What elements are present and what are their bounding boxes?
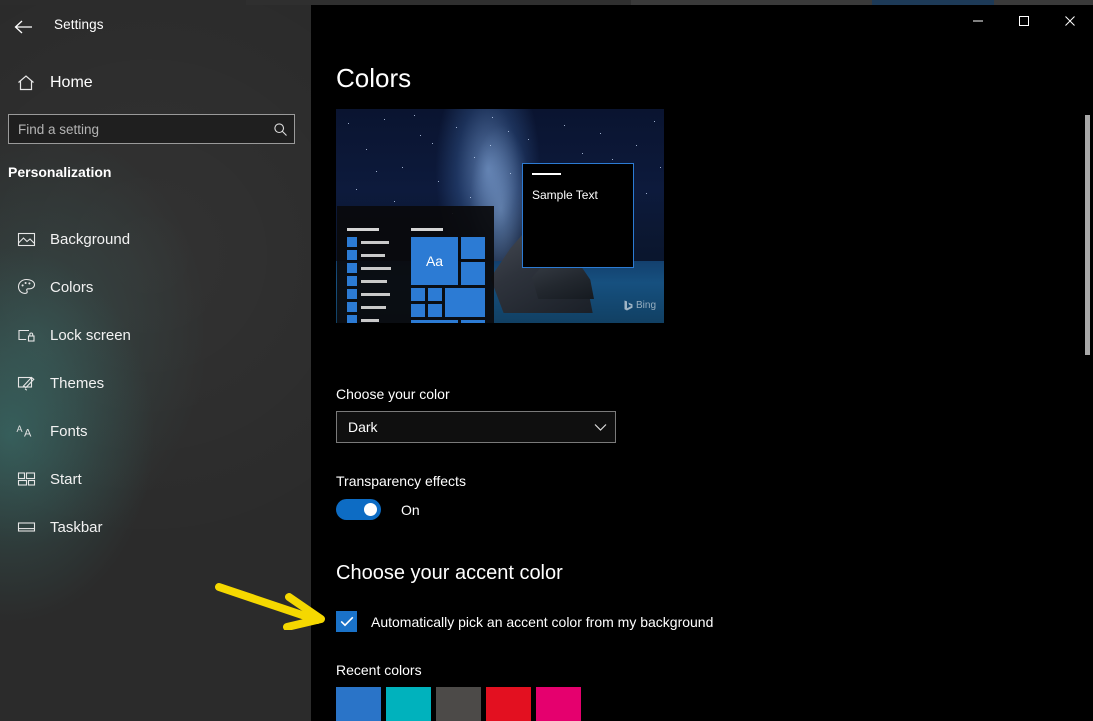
app-title: Settings [54,17,104,32]
page-title: Colors [336,63,411,94]
sidebar-item-themes-label: Themes [50,375,104,392]
preview-sample-window: Sample Text [522,163,634,268]
transparency-effects-label: Transparency effects [336,473,466,489]
start-icon [6,471,46,487]
sidebar-item-fonts[interactable]: A A Fonts [0,407,311,455]
sidebar-item-lock-screen[interactable]: Lock screen [0,311,311,359]
bing-logo-icon [624,300,633,311]
image-icon [6,231,46,248]
palette-icon [6,278,46,296]
checkmark-icon [340,616,354,627]
choose-color-dropdown[interactable]: Dark [336,411,616,443]
recent-color-swatch[interactable] [486,687,531,721]
taskbar-icon [6,520,46,534]
svg-text:A: A [24,427,32,439]
sidebar-item-colors-label: Colors [50,279,93,296]
window-controls [955,5,1093,37]
scrollbar-thumb[interactable] [1085,115,1090,355]
bing-watermark: Bing [624,300,656,311]
settings-window: Settings Home Find a setting Personaliza… [0,0,1093,721]
sidebar-nav: Background Colors [0,215,311,551]
auto-pick-accent-checkbox[interactable] [336,611,357,632]
transparency-effects-toggle[interactable] [336,499,381,520]
scrollbar[interactable] [1082,5,1093,721]
home-icon [6,74,46,92]
sidebar-item-themes[interactable]: Themes [0,359,311,407]
transparency-effects-state: On [401,502,420,518]
sidebar-section-title: Personalization [8,164,111,180]
fonts-icon: A A [6,423,46,440]
back-arrow-icon[interactable] [8,13,38,41]
sidebar-item-taskbar-label: Taskbar [50,519,103,536]
sidebar-item-home-label: Home [50,74,93,92]
recent-color-swatch[interactable] [436,687,481,721]
search-icon[interactable] [266,122,294,137]
sidebar-item-background[interactable]: Background [0,215,311,263]
recent-colors-label: Recent colors [336,662,422,678]
svg-text:A: A [16,424,22,434]
recent-color-swatch[interactable] [386,687,431,721]
theme-preview: Bing Aa [336,109,664,323]
auto-pick-accent-label: Automatically pick an accent color from … [371,614,713,630]
sidebar-item-start[interactable]: Start [0,455,311,503]
toggle-knob [364,503,377,516]
auto-pick-accent-row[interactable]: Automatically pick an accent color from … [336,611,713,632]
sidebar-item-background-label: Background [50,231,130,248]
sidebar-item-home[interactable]: Home [0,65,311,101]
sidebar: Settings Home Find a setting Personaliza… [0,5,311,721]
preview-sample-titlebar-rule [532,173,561,175]
recent-color-swatch[interactable] [336,687,381,721]
brush-icon [6,374,46,392]
search-input-placeholder: Find a setting [9,122,266,137]
choose-color-value: Dark [337,419,585,435]
lock-screen-icon [6,327,46,344]
preview-sample-text: Sample Text [532,188,598,202]
sidebar-item-lock-screen-label: Lock screen [50,327,131,344]
transparency-effects-row: On [336,499,420,520]
choose-color-label: Choose your color [336,386,450,402]
preview-start-rule [347,228,379,231]
sidebar-item-fonts-label: Fonts [50,423,88,440]
recent-colors-swatches [336,687,581,721]
preview-tile-aa: Aa [411,237,458,285]
sidebar-item-colors[interactable]: Colors [0,263,311,311]
sidebar-titlebar: Settings [0,5,311,47]
sidebar-item-taskbar[interactable]: Taskbar [0,503,311,551]
minimize-button[interactable] [955,5,1001,37]
chevron-down-icon [585,423,615,432]
main-content: Colors [311,5,1093,721]
search-input[interactable]: Find a setting [8,114,295,144]
recent-color-swatch[interactable] [536,687,581,721]
preview-start-menu: Aa [337,206,494,323]
accent-color-heading: Choose your accent color [336,562,563,585]
sidebar-item-start-label: Start [50,471,82,488]
maximize-button[interactable] [1001,5,1047,37]
bing-watermark-label: Bing [636,300,656,311]
preview-tiles-rule [411,228,443,231]
